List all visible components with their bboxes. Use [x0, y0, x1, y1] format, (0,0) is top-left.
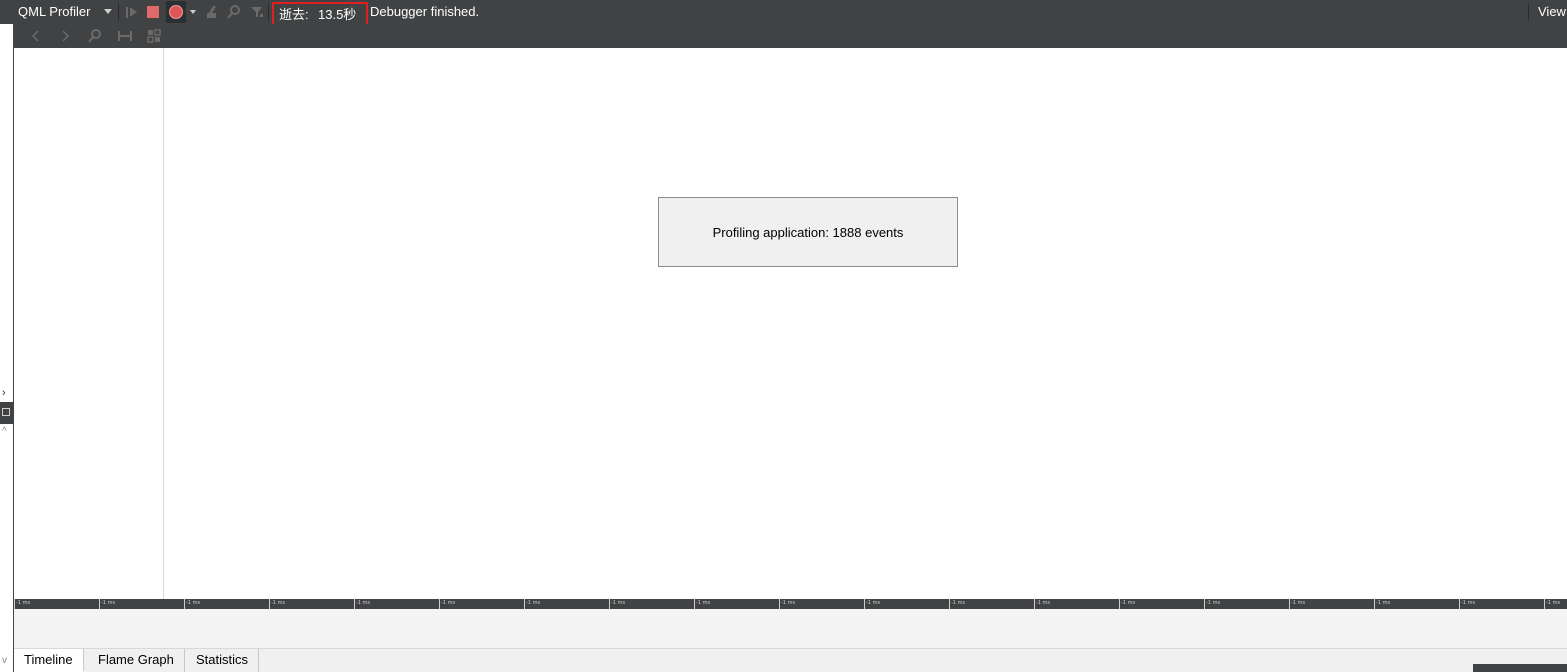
- range-select-icon[interactable]: [117, 28, 133, 44]
- tool-selector-title[interactable]: QML Profiler: [18, 4, 90, 19]
- ruler-tick: [1544, 599, 1545, 609]
- ruler-tick-label: -1 ms: [1291, 600, 1306, 606]
- timeline-category-pane: [14, 48, 164, 599]
- ruler-tick-label: -1 ms: [271, 600, 286, 606]
- elapsed-label: 逝去:: [279, 7, 309, 22]
- clear-icon[interactable]: [204, 4, 220, 20]
- chevron-right-icon[interactable]: [57, 28, 73, 44]
- ruler-tick-label: -1 ms: [441, 600, 456, 606]
- elapsed-value: 13.5秒: [318, 7, 357, 22]
- chevron-left-icon[interactable]: [28, 28, 44, 44]
- ruler-tick-label: -1 ms: [1376, 600, 1391, 606]
- ruler-tick: [269, 599, 270, 609]
- ruler-tick-label: -1 ms: [356, 600, 371, 606]
- status-text: Debugger finished.: [370, 4, 480, 19]
- ruler-tick: [184, 599, 185, 609]
- lock-selection-icon[interactable]: [146, 28, 162, 44]
- view-tab-bar: Timeline Flame Graph Statistics: [14, 649, 1567, 672]
- timeline-view[interactable]: [164, 48, 1567, 599]
- ruler-tick-label: -1 ms: [866, 600, 881, 606]
- tab-label: Flame Graph: [98, 652, 174, 667]
- ruler-tick: [1374, 599, 1375, 609]
- ruler-tick-label: -1 ms: [696, 600, 711, 606]
- ruler-tick: [99, 599, 100, 609]
- timeline-overview[interactable]: [14, 609, 1567, 649]
- ruler-tick: [949, 599, 950, 609]
- ruler-tick: [524, 599, 525, 609]
- record-icon[interactable]: [169, 5, 183, 19]
- ruler-tick-label: -1 ms: [1546, 600, 1561, 606]
- record-menu-chevron-icon[interactable]: [190, 10, 196, 14]
- tab-timeline[interactable]: Timeline: [14, 649, 84, 672]
- ruler-tick-label: -1 ms: [16, 600, 31, 606]
- ruler-tick-label: -1 ms: [951, 600, 966, 606]
- panel-icon: [2, 408, 10, 416]
- chevron-down-icon[interactable]: [104, 9, 112, 14]
- profiling-progress-text: Profiling application: 1888 events: [712, 224, 904, 240]
- ruler-tick: [1204, 599, 1205, 609]
- ruler-tick-label: -1 ms: [1206, 600, 1221, 606]
- ruler-tick-label: -1 ms: [186, 600, 201, 606]
- main-toolbar: QML Profiler 逝去: 13.5秒 Debugger finished…: [0, 0, 1567, 27]
- ruler-tick: [609, 599, 610, 609]
- ruler-tick: [1034, 599, 1035, 609]
- profiling-progress-dialog: Profiling application: 1888 events: [658, 197, 958, 267]
- toolbar-separator: [268, 3, 269, 21]
- ruler-tick: [1289, 599, 1290, 609]
- zoom-icon[interactable]: [87, 28, 103, 44]
- ruler-tick: [14, 599, 15, 609]
- ruler-tick: [439, 599, 440, 609]
- ruler-tick: [1459, 599, 1460, 609]
- tab-label: Statistics: [196, 652, 249, 667]
- ruler-tick: [779, 599, 780, 609]
- filter-icon[interactable]: [249, 4, 265, 20]
- toolbar-separator: [1528, 3, 1529, 21]
- ruler-tick-label: -1 ms: [1036, 600, 1051, 606]
- toolbar-separator: [118, 3, 119, 21]
- tab-statistics[interactable]: Statistics: [186, 649, 260, 672]
- chevron-right-icon[interactable]: ›: [2, 387, 6, 399]
- chevron-down-icon[interactable]: v: [2, 655, 7, 666]
- timeline-toolbar: [14, 24, 1567, 48]
- ruler-tick-label: -1 ms: [1461, 600, 1476, 606]
- chevron-up-icon[interactable]: ^: [2, 426, 7, 437]
- tab-label: Timeline: [24, 652, 73, 667]
- ruler-tick-label: -1 ms: [526, 600, 541, 606]
- ruler-tick-label: -1 ms: [781, 600, 796, 606]
- stop-icon[interactable]: [147, 6, 159, 18]
- ruler-tick: [1119, 599, 1120, 609]
- ruler-tick-label: -1 ms: [101, 600, 116, 606]
- ruler-tick: [864, 599, 865, 609]
- time-ruler: -1 ms -1 ms -1 ms -1 ms -1 ms -1 ms -1 ms -1 ms…: [14, 599, 1567, 609]
- ruler-tick: [354, 599, 355, 609]
- start-profiling-icon[interactable]: [124, 4, 140, 20]
- ruler-tick-label: -1 ms: [611, 600, 626, 606]
- left-side-strip: [0, 24, 14, 672]
- status-bar-corner: [1473, 664, 1567, 672]
- search-icon[interactable]: [226, 4, 242, 20]
- tab-flame-graph[interactable]: Flame Graph: [88, 649, 185, 672]
- ruler-tick: [694, 599, 695, 609]
- view-menu-button[interactable]: View: [1538, 4, 1566, 19]
- ruler-tick-label: -1 ms: [1121, 600, 1136, 606]
